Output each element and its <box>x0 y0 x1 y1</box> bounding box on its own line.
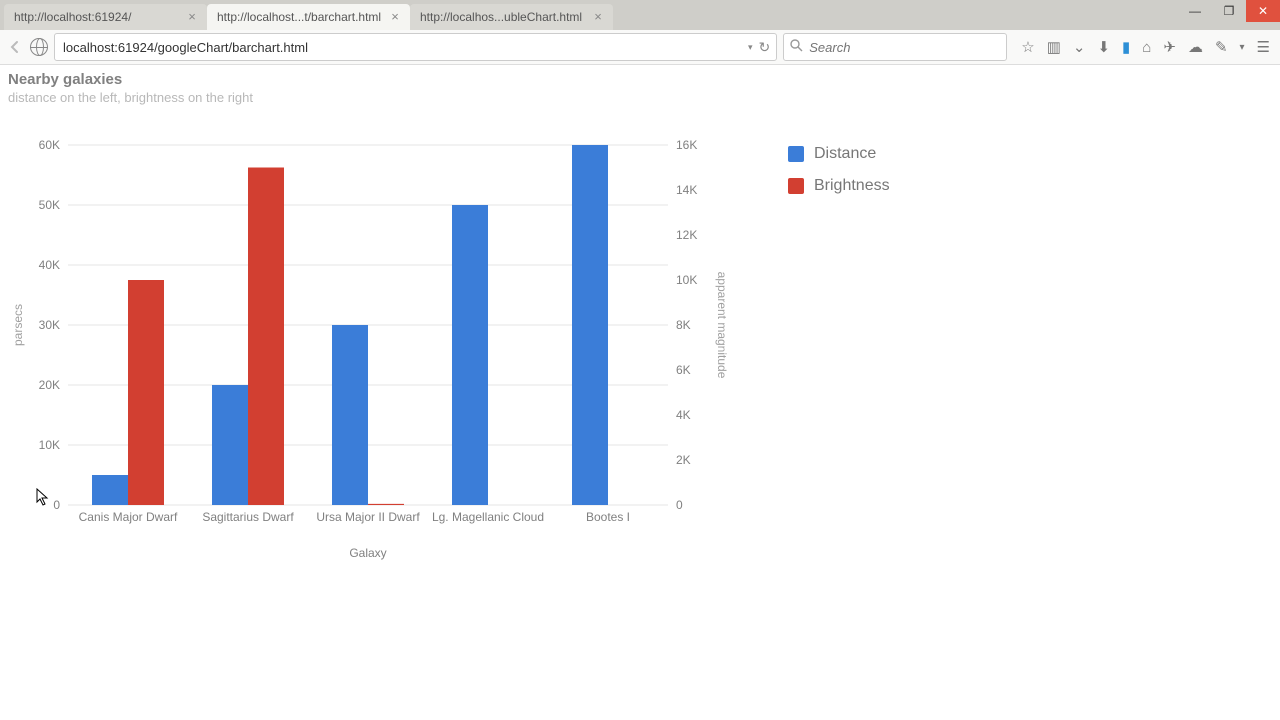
svg-text:2K: 2K <box>676 453 691 467</box>
app-menu-button[interactable]: ☰ <box>1257 38 1270 56</box>
tab-close-icon[interactable]: × <box>185 10 199 24</box>
svg-text:Ursa Major II Dwarf: Ursa Major II Dwarf <box>316 510 420 524</box>
bar-chart: 0 10K 20K 30K 40K 50K 60K 0 2K 4K 6K 8K 10K 12K 14K 16K… <box>8 125 728 575</box>
bookmark-star-icon[interactable]: ☆ <box>1021 38 1034 56</box>
svg-text:12K: 12K <box>676 228 697 242</box>
search-input[interactable] <box>807 39 1000 56</box>
legend-label: Brightness <box>814 177 890 195</box>
chat-icon[interactable]: ☁ <box>1188 38 1203 56</box>
tab-close-icon[interactable]: × <box>388 10 402 24</box>
chart-subtitle: distance on the left, brightness on the … <box>8 90 1272 105</box>
minimize-button[interactable]: — <box>1178 0 1212 22</box>
browser-tab[interactable]: http://localhos...ubleChart.html× <box>410 4 613 30</box>
browser-tab[interactable]: http://localhost...t/barchart.html× <box>207 4 410 30</box>
pocket-icon[interactable]: ⌄ <box>1073 38 1086 56</box>
svg-text:Galaxy: Galaxy <box>349 546 386 560</box>
svg-text:10K: 10K <box>39 438 60 452</box>
window-controls: — ❐ ✕ <box>1178 0 1280 22</box>
tab-title: http://localhost:61924/ <box>14 10 185 24</box>
dev-icon[interactable]: ✎ <box>1215 38 1228 56</box>
svg-text:60K: 60K <box>39 138 60 152</box>
legend-swatch <box>788 146 804 162</box>
bar-distance <box>452 205 488 505</box>
chart-legend: Distance Brightness <box>788 145 890 575</box>
svg-text:14K: 14K <box>676 183 697 197</box>
page-content: Nearby galaxies distance on the left, br… <box>0 65 1280 575</box>
downloads-icon[interactable]: ⬇ <box>1097 38 1110 56</box>
nav-bar: ▾ ↻ ☆ ▥ ⌄ ⬇ ▮ ⌂ ✈ ☁ ✎ ▾ ☰ <box>0 30 1280 65</box>
svg-text:parsecs: parsecs <box>11 304 25 346</box>
svg-text:16K: 16K <box>676 138 697 152</box>
svg-text:Canis Major Dwarf: Canis Major Dwarf <box>79 510 178 524</box>
svg-text:4K: 4K <box>676 408 691 422</box>
bar-distance <box>212 385 248 505</box>
url-dropdown-icon[interactable]: ▾ <box>748 42 753 53</box>
bar-brightness <box>248 168 284 506</box>
svg-text:apparent magnitude: apparent magnitude <box>715 272 728 379</box>
chart-title: Nearby galaxies <box>8 71 1272 88</box>
svg-text:10K: 10K <box>676 273 697 287</box>
svg-text:Lg. Magellanic Cloud: Lg. Magellanic Cloud <box>432 510 544 524</box>
bar-brightness <box>128 280 164 505</box>
legend-item: Distance <box>788 145 890 163</box>
svg-text:0: 0 <box>676 498 683 512</box>
url-input[interactable] <box>61 39 748 56</box>
toolbar-icons: ☆ ▥ ⌄ ⬇ ▮ ⌂ ✈ ☁ ✎ ▾ ☰ <box>1013 38 1274 56</box>
legend-item: Brightness <box>788 177 890 195</box>
svg-text:30K: 30K <box>39 318 60 332</box>
site-identity-icon[interactable] <box>30 38 48 56</box>
svg-text:20K: 20K <box>39 378 60 392</box>
tab-title: http://localhos...ubleChart.html <box>420 10 591 24</box>
library-icon[interactable]: ▥ <box>1047 38 1061 56</box>
maximize-button[interactable]: ❐ <box>1212 0 1246 22</box>
reload-button[interactable]: ↻ <box>759 39 771 56</box>
home-icon[interactable]: ⌂ <box>1142 39 1151 56</box>
bar-distance <box>332 325 368 505</box>
browser-tab[interactable]: http://localhost:61924/× <box>4 4 207 30</box>
svg-text:6K: 6K <box>676 363 691 377</box>
svg-text:40K: 40K <box>39 258 60 272</box>
svg-text:Bootes I: Bootes I <box>586 510 630 524</box>
svg-text:50K: 50K <box>39 198 60 212</box>
bar-brightness <box>368 504 404 505</box>
close-window-button[interactable]: ✕ <box>1246 0 1280 22</box>
tab-close-icon[interactable]: × <box>591 10 605 24</box>
svg-text:Sagittarius Dwarf: Sagittarius Dwarf <box>202 510 294 524</box>
legend-label: Distance <box>814 145 876 163</box>
bar-distance <box>572 145 608 505</box>
search-bar[interactable] <box>783 33 1007 61</box>
browser-window: { "browser": { "tabs": [ { "title": "htt… <box>0 0 1280 720</box>
extension-icon[interactable]: ▮ <box>1122 38 1130 56</box>
url-bar[interactable]: ▾ ↻ <box>54 33 777 61</box>
legend-swatch <box>788 178 804 194</box>
tab-title: http://localhost...t/barchart.html <box>217 10 388 24</box>
send-icon[interactable]: ✈ <box>1163 38 1176 56</box>
tab-strip: http://localhost:61924/×http://localhost… <box>0 0 1280 30</box>
svg-text:8K: 8K <box>676 318 691 332</box>
svg-text:0: 0 <box>53 498 60 512</box>
overflow-caret-icon[interactable]: ▾ <box>1240 42 1245 53</box>
tabs-container: http://localhost:61924/×http://localhost… <box>0 0 1248 30</box>
bar-distance <box>92 475 128 505</box>
search-icon <box>790 39 803 55</box>
back-button[interactable] <box>6 38 24 56</box>
